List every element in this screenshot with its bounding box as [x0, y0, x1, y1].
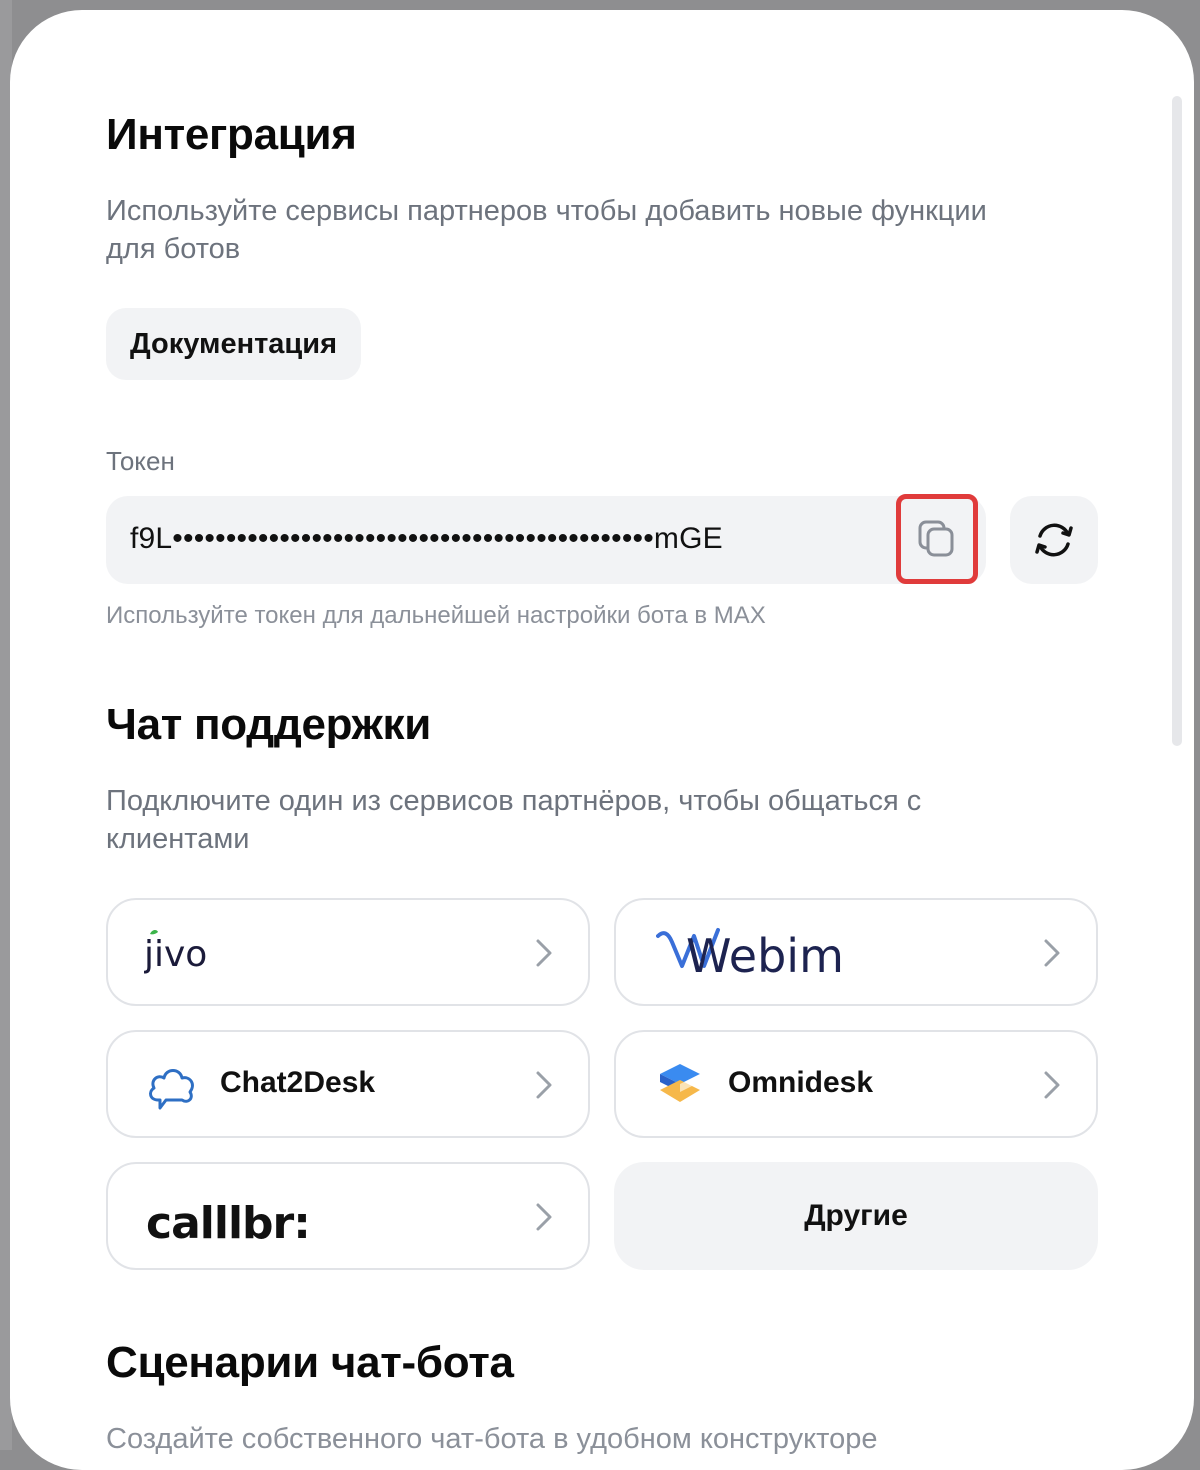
partner-card-omnidesk[interactable]: Omnidesk	[614, 1030, 1098, 1138]
integration-modal: Интеграция Используйте сервисы партнеров…	[10, 10, 1194, 1470]
copy-icon	[918, 520, 954, 557]
token-field[interactable]: f9L•••••••••••••••••••••••••••••••••••••…	[106, 496, 986, 584]
partner-card-chat2desk[interactable]: Chat2Desk	[106, 1030, 590, 1138]
scrollbar-thumb[interactable]	[1172, 96, 1182, 746]
integration-title: Интеграция	[106, 110, 357, 159]
chat2desk-cloud-icon	[149, 1069, 194, 1110]
scenarios-subtitle: Создайте собственного чат-бота в удобном…	[106, 1423, 878, 1455]
token-hint: Используйте токен для дальнейшей настрой…	[106, 602, 766, 629]
copy-token-button[interactable]	[896, 494, 978, 584]
refresh-token-button[interactable]	[1010, 496, 1098, 584]
omnidesk-label: Omnidesk	[728, 1066, 874, 1099]
webim-logo-text: Webim	[686, 929, 844, 983]
partner-card-webim[interactable]: Webim	[614, 898, 1098, 1006]
chevron-right-icon	[536, 1071, 552, 1099]
callibri-logo-text: calllbr:	[146, 1198, 310, 1249]
other-partners-button[interactable]: Другие	[614, 1162, 1098, 1270]
callibri-logo: calllbr:	[146, 1198, 311, 1249]
chevron-right-icon	[1044, 939, 1060, 967]
chevron-right-icon	[1044, 1071, 1060, 1099]
partner-card-callibri[interactable]: calllbr:	[106, 1162, 590, 1270]
support-chat-title: Чат поддержки	[106, 700, 432, 749]
partner-card-jivo[interactable]: jivo	[106, 898, 590, 1006]
scenarios-title: Сценарии чат-бота	[106, 1338, 514, 1387]
jivo-logo-text: jivo	[144, 934, 207, 975]
scrollbar[interactable]	[1172, 90, 1182, 750]
chat2desk-label: Chat2Desk	[220, 1066, 376, 1099]
chevron-right-icon	[536, 1203, 552, 1231]
webim-logo: Webim	[656, 928, 844, 983]
chevron-right-icon	[536, 939, 552, 967]
support-chat-subtitle: Подключите один из сервисов партнёров, ч…	[106, 785, 922, 855]
jivo-logo: jivo	[144, 929, 207, 975]
token-value: f9L•••••••••••••••••••••••••••••••••••••…	[130, 522, 723, 555]
refresh-icon	[1035, 523, 1073, 557]
integration-subtitle: Используйте сервисы партнеров чтобы доба…	[106, 195, 987, 265]
documentation-button[interactable]: Документация	[106, 308, 361, 380]
token-label: Токен	[106, 446, 175, 476]
omnidesk-logo-icon	[660, 1064, 700, 1102]
